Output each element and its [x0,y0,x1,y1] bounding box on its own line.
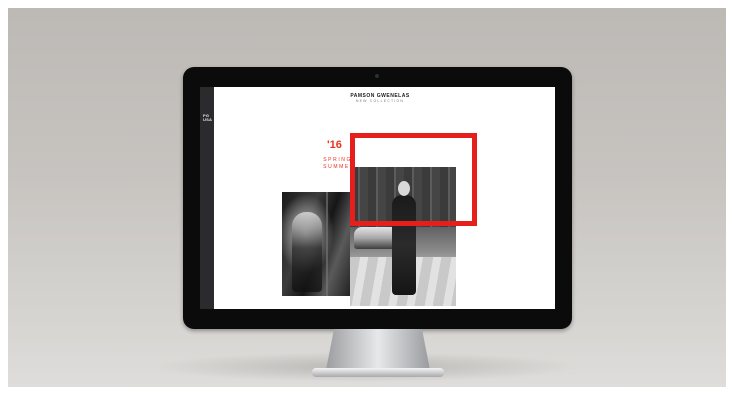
stand-neck [326,329,430,370]
highlight-box [350,133,477,226]
stand-base [312,368,444,377]
